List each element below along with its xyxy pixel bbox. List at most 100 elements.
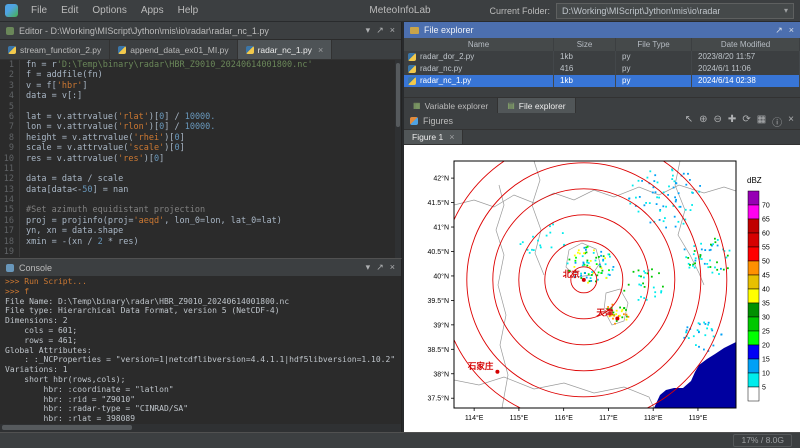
y-tick-label: 38°N (433, 370, 449, 378)
menu-item-options[interactable]: Options (85, 0, 133, 21)
radar-echo (638, 211, 640, 213)
code-area[interactable]: 1fn = r'D:\Temp\binary\radar\HBR_Z9010_2… (0, 60, 395, 258)
code-line[interactable]: 3v = f['hbr'] (0, 81, 395, 91)
editor-tab[interactable]: radar_nc_1.py× (238, 40, 333, 59)
colorbar-label: 5 (762, 385, 766, 392)
radar-echo (605, 277, 607, 279)
code-line[interactable]: 16proj = projinfo(proj='aeqd', lon_0=lon… (0, 216, 395, 226)
code-token: 'D:\Temp\binary\radar\HBR_Z9010_20240614… (57, 60, 313, 70)
file-type-cell: py (616, 63, 692, 75)
pointer-icon[interactable]: ↖ (685, 114, 693, 129)
code-line[interactable]: 18xmin = -(xn / 2 * res) (0, 237, 395, 247)
code-token: 'res' (118, 154, 144, 164)
code-line[interactable]: 17yn, xn = data.shape (0, 226, 395, 236)
table-row[interactable]: radar_dor_2.py1kbpy2023/8/20 11:57 (404, 51, 800, 63)
radar-echo (673, 187, 675, 189)
radar-echo (664, 217, 666, 219)
console-panel-title: Console (19, 263, 52, 273)
scrollbar-thumb[interactable] (2, 425, 132, 430)
memory-indicator[interactable]: 17% / 8.0G (733, 434, 792, 447)
info-icon[interactable]: ⓘ (772, 114, 782, 129)
editor-tab[interactable]: stream_function_2.py (0, 40, 110, 59)
code-token: 'aeqd' (133, 216, 164, 226)
menu-item-apps[interactable]: Apps (134, 0, 171, 21)
zoom-out-icon[interactable]: ⊖ (714, 114, 722, 129)
code-line[interactable]: 12data = data / scale (0, 174, 395, 184)
code-line[interactable]: 19 (0, 247, 395, 257)
editor-vertical-scrollbar[interactable] (395, 60, 401, 258)
float-icon[interactable]: ↗ (775, 25, 783, 36)
close-icon[interactable]: × (788, 114, 794, 129)
code-token: lon = v.attrvalue( (26, 122, 118, 132)
column-header[interactable]: Name (404, 38, 554, 51)
code-line[interactable]: 6lat = v.attrvalue('rlat')[0] / 10000. (0, 112, 395, 122)
code-line[interactable]: 1fn = r'D:\Temp\binary\radar\HBR_Z9010_2… (0, 60, 395, 70)
column-header[interactable]: Date Modified (692, 38, 800, 51)
close-icon[interactable]: × (390, 25, 395, 36)
code-line[interactable]: 2f = addfile(fn) (0, 70, 395, 80)
column-header[interactable]: Size (554, 38, 616, 51)
close-icon[interactable]: × (390, 262, 395, 273)
line-number: 10 (0, 154, 20, 164)
explorer-tab-label: File explorer (519, 101, 566, 111)
console-line: >>> f (5, 287, 401, 297)
console-horizontal-scrollbar[interactable] (0, 424, 401, 432)
radar-echo (704, 249, 706, 251)
console-output[interactable]: >>> Run Script...>>> fFile Name: D:\Temp… (0, 277, 401, 424)
explorer-tab-label: Variable explorer (425, 101, 489, 111)
collapse-icon[interactable]: ▾ (366, 262, 371, 273)
radar-echo (674, 196, 676, 198)
menu-item-file[interactable]: File (24, 0, 54, 21)
code-line[interactable]: 10res = v.attrvalue('res')[0] (0, 154, 395, 164)
menu-item-edit[interactable]: Edit (54, 0, 85, 21)
figure-tab[interactable]: Figure 1 × (404, 130, 463, 144)
float-icon[interactable]: ↗ (376, 262, 384, 273)
radar-echo (656, 196, 658, 198)
radar-echo (667, 194, 669, 196)
pan-icon[interactable]: ✚ (728, 114, 736, 129)
current-folder-combobox[interactable]: D:\Working\MIScript\Jython\mis\io\radar … (556, 3, 794, 19)
radar-echo (520, 243, 522, 245)
collapse-icon[interactable]: ▾ (366, 25, 371, 36)
scrollbar-thumb[interactable] (396, 63, 400, 127)
grid-icon[interactable]: ▦ (757, 114, 766, 129)
menu-item-help[interactable]: Help (171, 0, 206, 21)
close-tab-icon[interactable]: × (449, 132, 454, 142)
code-token: data = v[:] (26, 91, 82, 101)
code-token: 'rhei' (133, 133, 164, 143)
table-row[interactable]: radar_nc_1.py1kbpy2024/6/14 02:38 (404, 75, 800, 87)
rotate-icon[interactable]: ⟳ (742, 114, 750, 129)
close-tab-icon[interactable]: × (318, 45, 323, 55)
code-line[interactable]: 9scale = v.attrvalue('scale')[0] (0, 143, 395, 153)
radar-echo (522, 241, 524, 243)
code-line[interactable]: 14 (0, 195, 395, 205)
code-line[interactable]: 8height = v.attrvalue('rhei')[0] (0, 133, 395, 143)
code-token: , lon_0=lon, lat_0=lat) (164, 216, 282, 226)
code-line[interactable]: 15#Set azimuth equidistant projection (0, 205, 395, 215)
tab-file-explorer[interactable]: ▤File explorer (498, 98, 575, 113)
code-token: ] (180, 143, 185, 153)
close-icon[interactable]: × (789, 25, 794, 36)
radar-echo (675, 199, 677, 201)
figure-area[interactable]: 北京天津石家庄114°E115°E116°E117°E118°E119°E37.… (404, 145, 800, 432)
code-line[interactable]: 11 (0, 164, 395, 174)
radar-echo (635, 197, 637, 199)
radar-echo (704, 263, 706, 265)
code-line[interactable]: 13data[data<-50] = nan (0, 185, 395, 195)
column-header[interactable]: File Type (616, 38, 692, 51)
code-line[interactable]: 5 (0, 102, 395, 112)
zoom-in-icon[interactable]: ⊕ (699, 114, 707, 129)
table-row[interactable]: radar_nc.py416py2024/6/1 11:06 (404, 63, 800, 75)
editor-tab[interactable]: append_data_ex01_MI.py (110, 40, 237, 59)
file-table-header[interactable]: NameSizeFile TypeDate Modified (404, 38, 800, 51)
tab-variable-explorer[interactable]: ▦Variable explorer (404, 98, 498, 113)
code-line[interactable]: 4data = v[:] (0, 91, 395, 101)
float-icon[interactable]: ↗ (376, 25, 384, 36)
x-tick-label: 117°E (599, 414, 618, 422)
radar-echo (706, 263, 708, 265)
file-explorer-title: File explorer (424, 25, 474, 35)
code-line[interactable]: 7lon = v.attrvalue('rlon')[0] / 10000. (0, 122, 395, 132)
radar-echo (701, 258, 703, 260)
colorbar-label: 55 (762, 245, 770, 252)
chevron-down-icon[interactable]: ▾ (784, 6, 788, 15)
